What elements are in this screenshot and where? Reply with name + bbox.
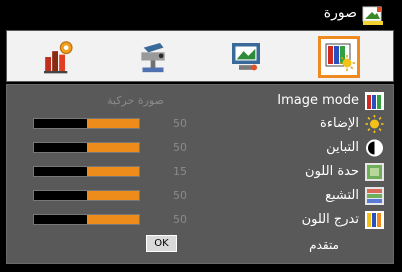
sharpness-slider[interactable] xyxy=(33,166,140,177)
menu-title-bar: صورة xyxy=(0,0,402,30)
hue-slider[interactable] xyxy=(33,214,140,225)
row-hue[interactable]: 50 تدرج اللون xyxy=(7,209,393,231)
bar-chart-gear-icon xyxy=(44,41,73,74)
row-brightness[interactable]: 50 الإضاءة xyxy=(7,113,393,135)
tab-picture[interactable] xyxy=(318,36,360,78)
color-bars-icon xyxy=(365,92,384,110)
ok-button[interactable]: OK xyxy=(146,235,177,252)
hue-label: تدرج اللون xyxy=(301,212,359,227)
brightness-label: الإضاءة xyxy=(320,116,359,131)
sun-icon xyxy=(365,115,384,133)
sharpness-value: 15 xyxy=(173,165,187,178)
hue-value: 50 xyxy=(173,213,187,226)
row-sharpness[interactable]: 15 حدة اللون xyxy=(7,161,393,183)
row-image-mode[interactable]: صورة حركية Image mode xyxy=(7,90,393,112)
tab-display[interactable] xyxy=(225,36,267,78)
projector-setup-icon xyxy=(141,43,165,73)
row-contrast[interactable]: 50 التباين xyxy=(7,137,393,159)
menu-tab-bar xyxy=(6,30,394,82)
menu-title: صورة xyxy=(323,5,357,21)
saturation-slider[interactable] xyxy=(33,190,140,201)
slider-fill xyxy=(86,167,139,176)
tab-installation[interactable] xyxy=(132,36,174,78)
contrast-slider[interactable] xyxy=(33,142,140,153)
half-circle-icon xyxy=(366,139,383,157)
picture-monitor-icon xyxy=(362,6,383,25)
osd-menu: صورة صورة حركية Image mode 50 الإضاءة 50… xyxy=(0,0,402,272)
brightness-slider[interactable] xyxy=(33,118,140,129)
slider-fill xyxy=(86,191,139,200)
picture-sun-icon xyxy=(325,43,355,71)
saturation-image-icon xyxy=(365,187,384,205)
picture-settings-panel: صورة حركية Image mode 50 الإضاءة 50 التب… xyxy=(6,84,394,264)
slider-fill xyxy=(86,119,139,128)
contrast-label: التباين xyxy=(326,140,359,155)
contrast-value: 50 xyxy=(173,141,187,154)
row-advanced[interactable]: OK متقدم xyxy=(7,234,393,256)
slider-fill xyxy=(86,143,139,152)
image-mode-value: صورة حركية xyxy=(107,94,164,107)
slider-fill xyxy=(86,215,139,224)
tab-system-info[interactable] xyxy=(37,36,79,78)
image-mode-label: Image mode xyxy=(277,93,359,108)
display-screen-icon xyxy=(232,43,260,71)
saturation-label: التشبع xyxy=(325,188,359,203)
sharpness-label: حدة اللون xyxy=(305,164,359,179)
row-saturation[interactable]: 50 التشبع xyxy=(7,185,393,207)
advanced-label: متقدم xyxy=(309,238,339,252)
hue-bars-icon xyxy=(365,211,384,229)
sharpness-image-icon xyxy=(365,163,384,181)
brightness-value: 50 xyxy=(173,117,187,130)
saturation-value: 50 xyxy=(173,189,187,202)
